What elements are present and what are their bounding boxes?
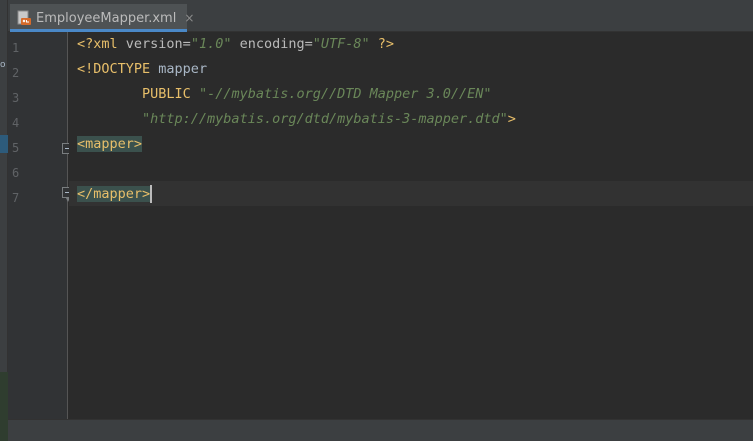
- line-number-3: 3: [12, 91, 20, 105]
- tool-strip-selection[interactable]: [0, 135, 8, 153]
- doctype-close: >: [507, 111, 516, 127]
- tag-gt: >: [133, 136, 143, 152]
- code-line-2: <!DOCTYPE mapper: [77, 57, 207, 82]
- pi-open: <?: [77, 36, 94, 52]
- tool-strip-lower-panel: [0, 372, 8, 441]
- attr-version: version=: [117, 36, 191, 52]
- code-editor[interactable]: <?xml version="1.0" encoding="UTF-8" ?> …: [69, 32, 753, 419]
- caret-row-highlight: [69, 181, 753, 206]
- value-version: "1.0": [190, 36, 232, 52]
- doctype-root: mapper: [150, 61, 208, 77]
- attr-encoding: encoding=: [231, 36, 313, 52]
- editor-bottom-bar: [8, 419, 753, 441]
- value-encoding: "UTF-8": [312, 36, 370, 52]
- doctype-open: <!: [77, 61, 94, 77]
- public-keyword: PUBLIC: [142, 86, 191, 102]
- tag-gt: >: [142, 186, 151, 202]
- line-number-2: 2: [12, 66, 20, 80]
- code-line-3: PUBLIC "-//mybatis.org//DTD Mapper 3.0//…: [77, 82, 492, 107]
- tab-employee-mapper[interactable]: EmployeeMapper.xml ×: [10, 4, 194, 32]
- xml-file-icon: [16, 9, 32, 27]
- tag-lt: <: [77, 136, 86, 152]
- mapper-open-tag: <mapper>: [77, 136, 143, 152]
- line-number-6: 6: [12, 166, 20, 180]
- line-number-1: 1: [12, 41, 20, 55]
- tag-name: mapper: [85, 136, 134, 152]
- pi-close: ?>: [369, 36, 395, 52]
- line-number-4: 4: [12, 116, 20, 130]
- code-line-1: <?xml version="1.0" encoding="UTF-8" ?>: [77, 32, 394, 57]
- line-number-5: 5: [12, 141, 20, 155]
- mapper-close-tag: </mapper>: [77, 186, 151, 202]
- left-tool-strip: o: [0, 0, 8, 441]
- doctype-keyword: DOCTYPE: [93, 61, 151, 77]
- text-caret: [150, 185, 153, 203]
- tag-lt: </: [77, 186, 94, 202]
- code-line-7: </mapper>: [77, 182, 153, 207]
- public-id: "-//mybatis.org//DTD Mapper 3.0//EN": [198, 86, 492, 102]
- system-id: "http://mybatis.org/dtd/mybatis-3-mapper…: [142, 111, 508, 127]
- tool-strip-mark: o: [0, 60, 6, 70]
- code-line-4: "http://mybatis.org/dtd/mybatis-3-mapper…: [77, 107, 516, 132]
- line-number-7: 7: [12, 191, 20, 205]
- editor-tab-bar: EmployeeMapper.xml ×: [8, 0, 753, 32]
- code-line-5: <mapper>: [77, 132, 143, 157]
- line-gutter: 1 2 3 4 5 6 7: [8, 32, 73, 419]
- tab-title: EmployeeMapper.xml: [36, 10, 177, 26]
- pi-name: xml: [93, 36, 118, 52]
- tab-close-icon[interactable]: ×: [184, 11, 194, 25]
- tag-name: mapper: [93, 186, 143, 202]
